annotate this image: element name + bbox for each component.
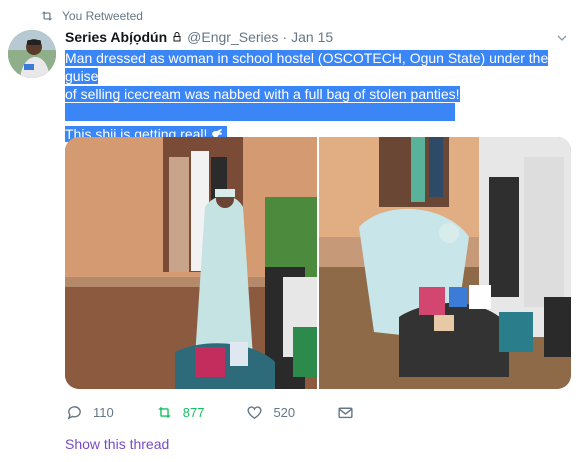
tweet-date[interactable]: Jan 15 — [291, 29, 333, 45]
dm-button[interactable] — [337, 404, 354, 421]
photo-2-image — [319, 137, 571, 389]
tweet-media[interactable] — [65, 137, 571, 389]
tweet-text: Man dressed as woman in school hostel (O… — [65, 49, 575, 143]
reply-icon — [67, 405, 81, 420]
retweet-icon — [41, 11, 53, 21]
author-name[interactable]: Series Abí̗ọdún — [65, 29, 167, 45]
avatar[interactable] — [8, 30, 56, 78]
tweet-actions: 110 877 520 — [66, 402, 396, 422]
mail-icon — [338, 407, 353, 418]
photo-1-image — [65, 137, 317, 389]
retweet-icon — [157, 406, 171, 418]
photo-2[interactable] — [319, 137, 571, 389]
retweet-label: You Retweeted — [62, 9, 143, 23]
tweet-line-1: Man dressed as woman in school hostel (O… — [65, 50, 549, 84]
retweet-count: 877 — [182, 404, 205, 420]
tweet-line-2: of selling icecream was nabbed with a fu… — [65, 86, 460, 102]
retweet-button[interactable]: 877 — [156, 404, 205, 421]
show-thread-link[interactable]: Show this thread — [65, 436, 169, 452]
tweet-header: Series Abí̗ọdún @Engr_Series · Jan 15 — [65, 28, 333, 46]
tweet-blank-line — [65, 103, 455, 121]
retweet-context: You Retweeted — [40, 8, 143, 24]
photo-1[interactable] — [65, 137, 317, 389]
reply-button[interactable]: 110 — [66, 404, 114, 421]
like-count: 520 — [273, 404, 296, 420]
chevron-down-icon[interactable] — [556, 32, 568, 44]
reply-count: 110 — [93, 404, 114, 420]
header-separator: · — [282, 29, 288, 45]
avatar-image — [8, 30, 56, 78]
lock-icon — [173, 32, 181, 42]
like-button[interactable]: 520 — [246, 404, 295, 421]
heart-icon — [247, 405, 262, 419]
author-handle[interactable]: @Engr_Series — [187, 29, 278, 45]
